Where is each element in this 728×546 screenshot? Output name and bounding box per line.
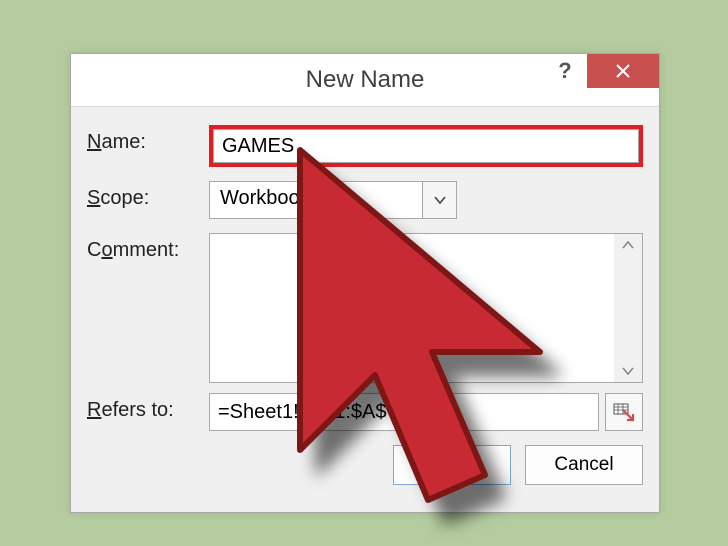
name-input[interactable] — [213, 129, 639, 163]
close-button[interactable] — [587, 54, 659, 88]
scope-label: Scope: — [87, 181, 209, 210]
new-name-dialog: New Name ? Name: Scope: Workbook — [70, 53, 660, 513]
refers-input[interactable] — [209, 393, 599, 431]
range-selector-button[interactable] — [605, 393, 643, 431]
title-bar: New Name ? — [71, 54, 659, 107]
dialog-title: New Name — [306, 66, 425, 94]
help-button[interactable]: ? — [544, 54, 586, 88]
scope-value: Workbook — [210, 182, 422, 218]
name-row: Name: — [87, 125, 643, 167]
name-input-highlight — [209, 125, 643, 167]
ok-button[interactable]: OK — [393, 445, 511, 485]
cancel-button[interactable]: Cancel — [525, 445, 643, 485]
close-icon — [615, 63, 631, 79]
dialog-content: Name: Scope: Workbook Comment: — [71, 107, 659, 512]
scroll-down-icon — [621, 366, 635, 376]
chevron-down-icon — [433, 195, 447, 205]
comment-label: Comment: — [87, 233, 209, 262]
dialog-buttons: OK Cancel — [87, 445, 643, 485]
comment-scrollbar[interactable] — [614, 234, 642, 382]
scope-dropdown-arrow[interactable] — [422, 182, 456, 218]
scope-row: Scope: Workbook — [87, 181, 643, 219]
refers-row: Refers to: — [87, 393, 643, 431]
comment-row: Comment: — [87, 233, 643, 383]
range-selector-icon — [613, 401, 635, 423]
comment-textarea[interactable] — [209, 233, 643, 383]
scroll-up-icon — [621, 240, 635, 250]
name-label: Name: — [87, 125, 209, 154]
refers-label: Refers to: — [87, 393, 209, 422]
scope-select[interactable]: Workbook — [209, 181, 457, 219]
